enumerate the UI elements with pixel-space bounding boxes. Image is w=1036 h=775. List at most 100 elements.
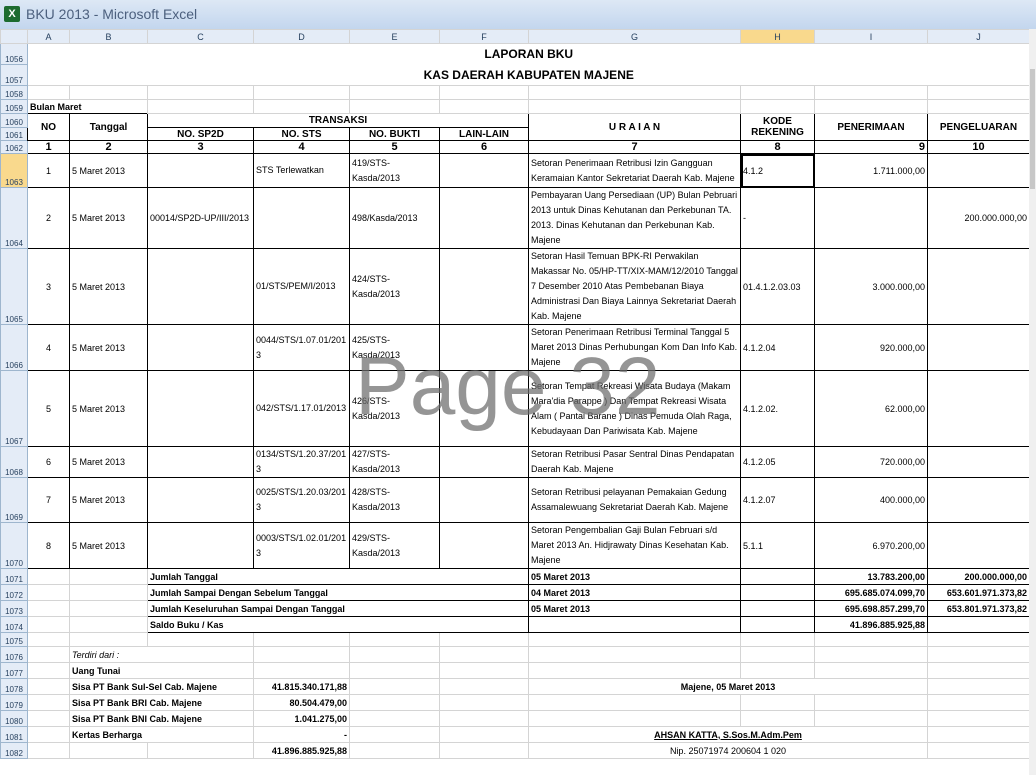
uang-tunai-label[interactable]: Uang Tunai [69,662,254,679]
total-pengeluaran[interactable]: 653.601.971.373,82 [927,584,1030,601]
cell-tanggal[interactable]: 5 Maret 2013 [69,477,148,523]
total-date[interactable]: 05 Maret 2013 [528,568,741,585]
cell-no[interactable]: 5 [27,370,70,447]
total-penerimaan[interactable]: 695.698.857.299,70 [814,600,928,617]
row-header[interactable]: 1079 [0,694,28,711]
column-header-a[interactable]: A [27,29,70,44]
header-transaksi[interactable]: TRANSAKSI [147,113,529,128]
cell-kode[interactable]: 4.1.2.05 [740,446,815,478]
bank-value[interactable]: 41.815.340.171,88 [253,678,350,695]
header-pengeluaran[interactable]: PENGELUARAN [927,113,1030,141]
row-header[interactable]: 1082 [0,742,28,759]
header-no-sp2d[interactable]: NO. SP2D [147,127,254,141]
column-number[interactable]: 8 [740,140,815,154]
total-penerimaan[interactable]: 41.896.885.925,88 [814,616,928,633]
excel-icon[interactable]: X [4,6,20,22]
header-no[interactable]: NO [27,113,70,141]
row-header[interactable]: 1078 [0,678,28,695]
cell-lain[interactable] [439,187,529,249]
cell-uraian[interactable]: Setoran Retribusi pelayanan Pemakaian Ge… [528,477,741,523]
row-header[interactable]: 1076 [0,646,28,663]
cell-sp2d[interactable] [147,153,254,188]
cell-kode[interactable]: 4.1.2.04 [740,324,815,371]
cell-bukti[interactable]: 427/STS-Kasda/2013 [349,446,440,478]
row-header[interactable]: 1059 [0,99,28,114]
report-subtitle[interactable]: KAS DAERAH KABUPATEN MAJENE [28,65,1030,86]
row-header[interactable]: 1060 [0,113,28,128]
total-pengeluaran[interactable] [927,616,1030,633]
column-number[interactable]: 1 [27,140,70,154]
cell-no[interactable]: 3 [27,248,70,325]
cell-pengeluaran[interactable] [927,477,1030,523]
cell-sts[interactable]: 0025/STS/1.20.03/2013 [253,477,350,523]
column-header-i[interactable]: I [814,29,928,44]
cell-pengeluaran[interactable] [927,153,1030,188]
cell-no[interactable]: 4 [27,324,70,371]
cell-tanggal[interactable]: 5 Maret 2013 [69,446,148,478]
cell-penerimaan[interactable]: 400.000,00 [814,477,928,523]
cell-lain[interactable] [439,522,529,569]
row-header[interactable]: 1080 [0,710,28,727]
total-label[interactable]: Saldo Buku / Kas [147,616,529,633]
cell-bukti[interactable]: 429/STS-Kasda/2013 [349,522,440,569]
terdiri-label[interactable]: Terdiri dari : [69,646,254,663]
cell-bukti[interactable]: 419/STS-Kasda/2013 [349,153,440,188]
cell-uraian[interactable]: Setoran Penerimaan Retribusi Terminal Ta… [528,324,741,371]
cell-penerimaan[interactable]: 62.000,00 [814,370,928,447]
total-label[interactable]: Jumlah Sampai Dengan Sebelum Tanggal [147,584,529,601]
total-date[interactable] [528,616,741,633]
row-header[interactable]: 1056 [0,43,28,65]
column-header-d[interactable]: D [253,29,350,44]
header-tanggal[interactable]: Tanggal [69,113,148,141]
row-header[interactable]: 1061 [0,127,28,141]
cell-uraian[interactable]: Setoran Retribusi Pasar Sentral Dinas Pe… [528,446,741,478]
total-label[interactable]: Jumlah Tanggal [147,568,529,585]
cell-uraian[interactable]: Setoran Penerimaan Retribusi Izin Ganggu… [528,153,741,188]
cell-bukti[interactable]: 428/STS-Kasda/2013 [349,477,440,523]
cell-sp2d[interactable]: 00014/SP2D-UP/III/2013 [147,187,254,249]
column-header-h[interactable]: H [740,29,815,44]
cell-lain[interactable] [439,370,529,447]
column-header-j[interactable]: J [927,29,1030,44]
row-header[interactable]: 1065 [0,248,28,325]
cell-bukti[interactable]: 425/STS-Kasda/2013 [349,324,440,371]
cell-kode[interactable]: 4.1.2.02. [740,370,815,447]
column-number[interactable]: 10 [927,140,1030,154]
cell-sp2d[interactable] [147,324,254,371]
column-header-g[interactable]: G [528,29,741,44]
row-header[interactable]: 1062 [0,140,28,154]
row-header[interactable]: 1077 [0,662,28,679]
column-header-e[interactable]: E [349,29,440,44]
cell-tanggal[interactable]: 5 Maret 2013 [69,153,148,188]
row-header[interactable]: 1058 [0,85,28,100]
select-all-corner[interactable] [0,29,28,44]
cell-pengeluaran[interactable] [927,522,1030,569]
cell-bukti[interactable]: 424/STS-Kasda/2013 [349,248,440,325]
row-header[interactable]: 1069 [0,477,28,523]
report-title[interactable]: LAPORAN BKU [28,44,1030,65]
total-label[interactable]: Jumlah Keseluruhan Sampai Dengan Tanggal [147,600,529,617]
period-label[interactable]: Bulan Maret [28,100,148,114]
bank-label[interactable]: Sisa PT Bank BRI Cab. Majene [69,694,254,711]
cell-sts[interactable]: 0044/STS/1.07.01/2013 [253,324,350,371]
column-number[interactable]: 2 [69,140,148,154]
vertical-scrollbar[interactable] [1029,29,1036,775]
cell-pengeluaran[interactable] [927,324,1030,371]
cell-penerimaan[interactable]: 3.000.000,00 [814,248,928,325]
cell-lain[interactable] [439,248,529,325]
cell-sts[interactable] [253,187,350,249]
cell-lain[interactable] [439,477,529,523]
place-date[interactable]: Majene, 05 Maret 2013 [528,678,928,695]
cell-kode[interactable]: - [740,187,815,249]
row-header[interactable]: 1075 [0,632,28,647]
cell-penerimaan[interactable]: 1.711.000,00 [814,153,928,188]
cell-no[interactable]: 7 [27,477,70,523]
cell-uraian[interactable]: Pembayaran Uang Persediaan (UP) Bulan Pe… [528,187,741,249]
signer-nip[interactable]: Nip. 25071974 200604 1 020 [528,742,928,759]
cell-sts[interactable]: 0003/STS/1.02.01/2013 [253,522,350,569]
cell-sts[interactable]: 042/STS/1.17.01/2013 [253,370,350,447]
cell-bukti[interactable]: 426/STS-Kasda/2013 [349,370,440,447]
cell-lain[interactable] [439,446,529,478]
header-no-sts[interactable]: NO. STS [253,127,350,141]
total-penerimaan[interactable]: 13.783.200,00 [814,568,928,585]
